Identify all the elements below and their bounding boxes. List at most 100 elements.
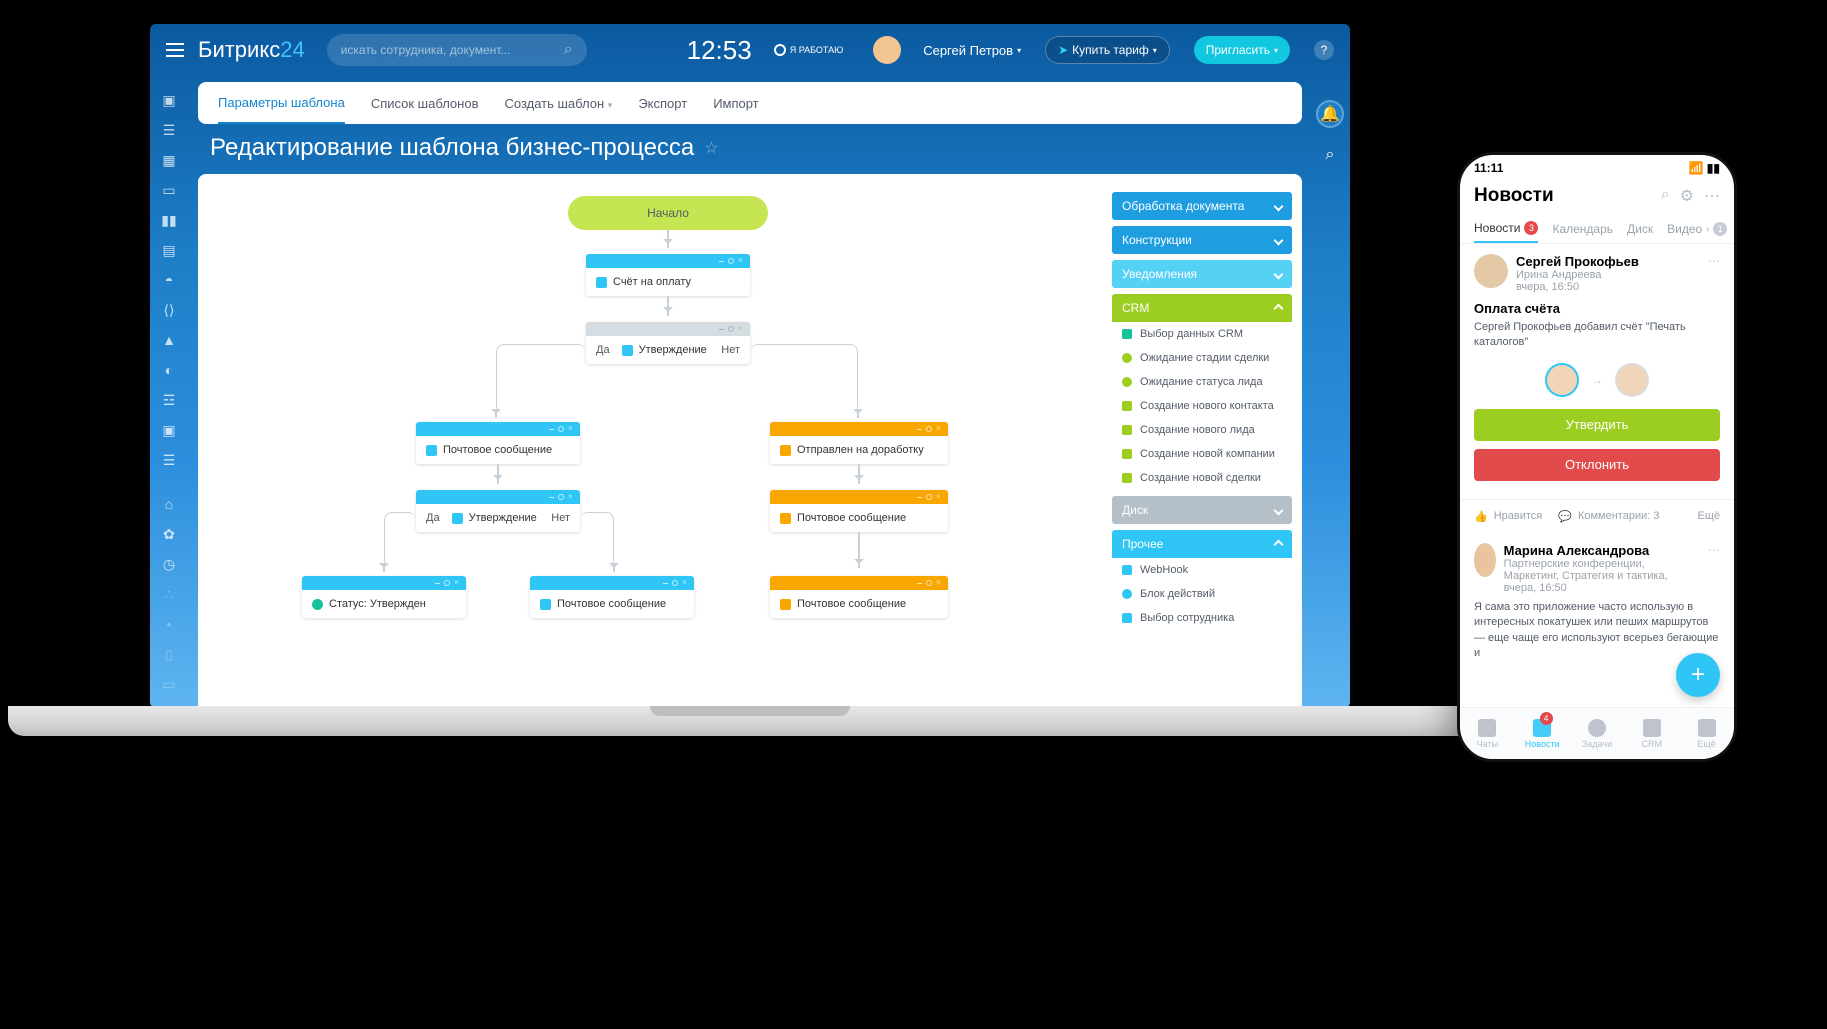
sidebar-robot-icon[interactable]: ◓: [161, 272, 177, 288]
notifications-icon[interactable]: 🔔: [1316, 100, 1344, 128]
reject-button[interactable]: Отклонить: [1474, 449, 1720, 481]
palette-constr-header[interactable]: Конструкции: [1112, 226, 1292, 254]
work-status-badge[interactable]: Я РАБОТАЮ: [774, 44, 844, 56]
palette-disk-header[interactable]: Диск: [1112, 496, 1292, 524]
user-name-dropdown[interactable]: Сергей Петров▾: [923, 43, 1021, 58]
bottom-nav-tasks[interactable]: Задачи: [1570, 708, 1625, 759]
sidebar-bank-icon[interactable]: ▲: [161, 332, 177, 348]
palette-item-wait-lead[interactable]: Ожидание статуса лида: [1112, 370, 1292, 394]
post-avatar[interactable]: [1474, 543, 1496, 577]
tab-import[interactable]: Импорт: [713, 84, 758, 123]
like-icon[interactable]: 👍: [1474, 510, 1488, 523]
favorite-star-icon[interactable]: ☆: [704, 138, 718, 158]
sidebar-image-icon[interactable]: ▣: [161, 422, 177, 438]
comments-label[interactable]: Комментарии: 3: [1578, 510, 1660, 522]
mobile-tab-video[interactable]: Видео›1: [1667, 215, 1727, 243]
post-body: Я сама это приложение часто использую в …: [1474, 600, 1720, 662]
sidebar-dot-icon[interactable]: •: [161, 616, 177, 632]
node-mail-bottom-mid[interactable]: × Почтовое сообщение: [530, 576, 694, 618]
tab-template-params[interactable]: Параметры шаблона: [218, 83, 345, 124]
like-label[interactable]: Нравится: [1494, 510, 1543, 522]
invite-button[interactable]: Пригласить▾: [1194, 36, 1290, 64]
node-mail-left[interactable]: × Почтовое сообщение: [416, 422, 580, 464]
palette-item-new-contact[interactable]: Создание нового контакта: [1112, 394, 1292, 418]
sidebar-clock-icon[interactable]: ◷: [161, 556, 177, 572]
tab-create-template[interactable]: Создать шаблон ▾: [504, 84, 612, 123]
more-label[interactable]: Ещё: [1697, 510, 1720, 522]
bottom-nav-crm[interactable]: CRM: [1624, 708, 1679, 759]
post-avatar[interactable]: [1474, 254, 1508, 288]
palette-other-header[interactable]: Прочее: [1112, 530, 1292, 558]
search-side-icon[interactable]: ⌕: [1326, 146, 1335, 164]
help-icon[interactable]: ?: [1314, 40, 1334, 60]
chevron-down-icon: ▾: [608, 100, 613, 110]
palette-item-crm-data[interactable]: Выбор данных CRM: [1112, 322, 1292, 346]
node-invoice[interactable]: × Счёт на оплату: [586, 254, 750, 296]
square-icon: [1122, 473, 1132, 483]
sidebar-doc-icon[interactable]: ▭: [161, 182, 177, 198]
palette-item-choose-user[interactable]: Выбор сотрудника: [1112, 606, 1292, 630]
palette-item-action-block[interactable]: Блок действий: [1112, 582, 1292, 606]
more-icon: [1698, 719, 1716, 737]
feed-post-1[interactable]: Сергей Прокофьев Ирина Андреева вчера, 1…: [1460, 244, 1734, 500]
sidebar-filter-icon[interactable]: ☰: [161, 122, 177, 138]
palette-item-wait-deal[interactable]: Ожидание стадии сделки: [1112, 346, 1292, 370]
sidebar-chart-icon[interactable]: ▮▮: [161, 212, 177, 228]
buy-plan-button[interactable]: ➤Купить тариф▾: [1045, 36, 1170, 64]
post-more-icon[interactable]: ⋯: [1708, 543, 1720, 594]
sidebar-layers-icon[interactable]: ☲: [161, 392, 177, 408]
palette-item-new-company[interactable]: Создание новой компании: [1112, 442, 1292, 466]
global-search[interactable]: ⌕: [327, 34, 587, 66]
palette-item-webhook[interactable]: WebHook: [1112, 558, 1292, 582]
more-icon[interactable]: ⋯: [1704, 186, 1720, 206]
sidebar-code-icon[interactable]: ⟨⟩: [161, 302, 177, 318]
bottom-nav-more[interactable]: Ещё: [1679, 708, 1734, 759]
sidebar-window-icon[interactable]: ▣: [161, 92, 177, 108]
arrow-right-icon: →: [1591, 373, 1603, 387]
post-recipient: Ирина Андреева: [1516, 269, 1639, 281]
palette-crm-header[interactable]: CRM: [1112, 294, 1292, 322]
mobile-tab-calendar[interactable]: Календарь: [1552, 215, 1613, 243]
node-approval-2[interactable]: × ДаУтверждениеНет: [416, 490, 580, 532]
node-start[interactable]: Начало: [568, 196, 768, 230]
mobile-title: Новости: [1474, 185, 1554, 207]
sidebar-book-icon[interactable]: ▤: [161, 242, 177, 258]
mobile-tab-news[interactable]: Новости3: [1474, 215, 1538, 243]
sidebar-apps-icon[interactable]: ▦: [161, 152, 177, 168]
sidebar-home-icon[interactable]: ⌂: [161, 496, 177, 512]
node-rework[interactable]: × Отправлен на доработку: [770, 422, 948, 464]
sidebar-list-icon[interactable]: ☰: [161, 452, 177, 468]
sidebar-sitemap-icon[interactable]: ∴: [161, 586, 177, 602]
mobile-tab-disk[interactable]: Диск: [1627, 215, 1653, 243]
search-icon[interactable]: ⌕: [1661, 186, 1670, 206]
fab-add-button[interactable]: +: [1676, 653, 1720, 697]
triangle-icon: [1122, 329, 1132, 339]
tab-export[interactable]: Экспорт: [638, 84, 687, 123]
approve-button[interactable]: Утвердить: [1474, 409, 1720, 441]
comment-icon[interactable]: 💬: [1558, 510, 1572, 523]
node-mail-bottom-right[interactable]: × Почтовое сообщение: [770, 576, 948, 618]
avatar-to[interactable]: [1615, 363, 1649, 397]
palette-item-new-lead[interactable]: Создание нового лида: [1112, 418, 1292, 442]
palette-item-new-deal[interactable]: Создание новой сделки: [1112, 466, 1292, 490]
avatar-from[interactable]: [1545, 363, 1579, 397]
palette-notif-header[interactable]: Уведомления: [1112, 260, 1292, 288]
sidebar-globe-icon[interactable]: ◐: [161, 362, 177, 378]
menu-toggle-icon[interactable]: [166, 43, 184, 57]
sidebar-phone-icon[interactable]: ▯: [161, 646, 177, 662]
palette-doc-header[interactable]: Обработка документа: [1112, 192, 1292, 220]
node-mail-right[interactable]: × Почтовое сообщение: [770, 490, 948, 532]
tab-template-list[interactable]: Список шаблонов: [371, 84, 479, 123]
post-more-icon[interactable]: ⋯: [1708, 254, 1720, 293]
node-approval-1[interactable]: × ДаУтверждениеНет: [586, 322, 750, 364]
bottom-nav-news[interactable]: Новости4: [1515, 708, 1570, 759]
flow-area[interactable]: Начало × Счёт на оплату × ДаУтверждениеН…: [198, 174, 1102, 708]
search-input[interactable]: [341, 43, 564, 57]
bottom-nav-chats[interactable]: Чаты: [1460, 708, 1515, 759]
feed-post-2[interactable]: Марина Александрова Партнерские конферен…: [1460, 533, 1734, 672]
node-status-approved[interactable]: × Статус: Утвержден: [302, 576, 466, 618]
user-avatar[interactable]: [873, 36, 901, 64]
sidebar-screen-icon[interactable]: ▭: [161, 676, 177, 692]
filter-icon[interactable]: ⚙: [1680, 186, 1694, 206]
sidebar-gear-icon[interactable]: ✿: [161, 526, 177, 542]
